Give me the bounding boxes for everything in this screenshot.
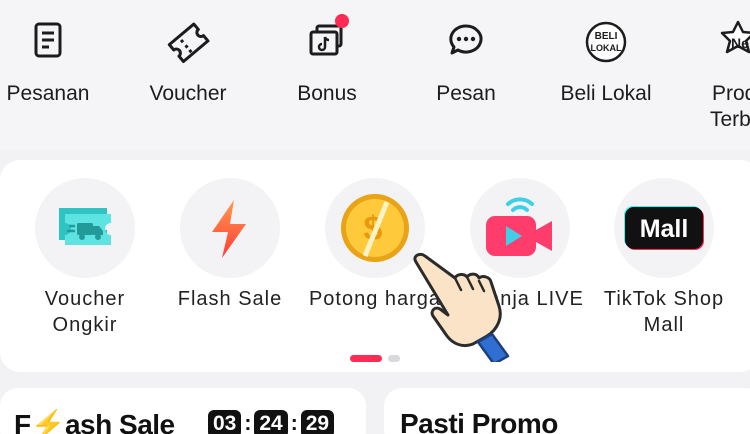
shortcut-label: Flash Sale [177, 288, 283, 310]
promo-title: Pasti Promo [400, 408, 558, 434]
mall-badge-text: Mall [640, 215, 689, 243]
lightning-icon: ⚡ [30, 409, 66, 434]
quick-link-pesan[interactable]: Pesan [404, 14, 528, 106]
flash-sale-card[interactable]: F⚡ash Sale 03 : 24 : 29 [0, 388, 366, 434]
shortcut-label: TikTok Shop [603, 288, 725, 310]
timer-hours: 03 [208, 410, 242, 434]
shortcut-label-line2: Ongkir [52, 314, 118, 336]
shop-home-screen: Pesanan Voucher Bonus Pesan BELI LOKAL B… [0, 0, 750, 434]
delivery-voucher-icon [35, 178, 135, 278]
flash-title-prefix: F [14, 409, 31, 434]
tiktok-cards-icon [299, 14, 355, 70]
mall-badge-icon: Mall [614, 178, 714, 278]
shortcut-card: Voucher Ongkir Flash Sale $ Potong harga… [0, 160, 750, 372]
quick-link-label: Bonus [297, 82, 357, 105]
flash-title-rest: ash Sale [64, 409, 175, 434]
shortcut-label-line2: Mall [643, 314, 685, 336]
quick-link-produk-terbaru[interactable]: Ne Prod Terb [680, 14, 750, 132]
beli-badge-bottom: LOKAL [591, 43, 622, 53]
shortcut-label: Voucher [44, 288, 126, 310]
document-list-icon [20, 14, 76, 70]
quick-link-bonus[interactable]: Bonus [265, 14, 389, 106]
beli-badge-top: BELI [595, 31, 618, 42]
quick-link-beli-lokal[interactable]: BELI LOKAL Beli Lokal [544, 14, 668, 106]
ticket-icon [160, 14, 216, 70]
pointing-hand-icon [408, 250, 518, 366]
shortcut-voucher-ongkir[interactable]: Voucher Ongkir [15, 178, 155, 338]
quick-link-label: Pesan [436, 82, 496, 105]
quick-link-label: Prod [712, 82, 750, 105]
pasti-promo-card[interactable]: Pasti Promo [384, 388, 750, 434]
timer-seconds: 29 [300, 410, 335, 434]
quick-links-row: Pesanan Voucher Bonus Pesan BELI LOKAL B… [0, 0, 750, 150]
flash-sale-title: F⚡ash Sale [14, 408, 175, 434]
timer-separator: : [244, 412, 252, 434]
quick-link-pesanan[interactable]: Pesanan [0, 14, 110, 106]
quick-link-label-line2: Terb [710, 108, 750, 131]
timer-minutes: 24 [254, 410, 288, 434]
shortcut-flash-sale[interactable]: Flash Sale [160, 178, 300, 312]
quick-link-label: Pesanan [6, 82, 90, 105]
shortcut-tiktok-shop-mall[interactable]: Mall TikTok Shop Mall [594, 178, 734, 338]
lightning-icon [180, 178, 280, 278]
pager-dot [388, 355, 400, 362]
notification-dot [335, 14, 349, 28]
quick-link-label: Voucher [149, 82, 227, 105]
new-star-icon: Ne [710, 14, 750, 70]
new-badge-text: Ne [731, 35, 749, 51]
quick-link-label: Beli Lokal [560, 82, 652, 105]
countdown-timer: 03 : 24 : 29 [208, 410, 335, 434]
timer-separator: : [290, 412, 298, 434]
pager-dot-active [350, 355, 382, 362]
chat-bubble-icon [438, 14, 494, 70]
beli-lokal-badge-icon: BELI LOKAL [578, 14, 634, 70]
quick-link-voucher[interactable]: Voucher [126, 14, 250, 106]
